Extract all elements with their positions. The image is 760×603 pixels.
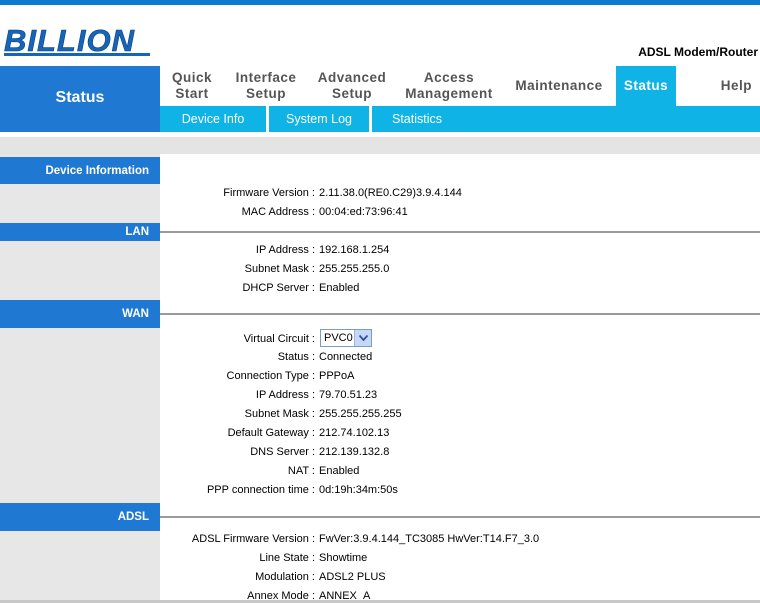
label-dns-server: DNS Server :: [250, 446, 315, 458]
left-column: [0, 154, 160, 603]
row-ppp-connection-time: PPP connection time : 0d:19h:34m:50s: [160, 481, 760, 500]
nav-advanced-setup-label: Advanced Setup: [317, 70, 387, 101]
virtual-circuit-select[interactable]: PVC0: [320, 329, 372, 347]
label-adsl-firmware: ADSL Firmware Version :: [191, 533, 315, 545]
label-connection-type: Connection Type :: [226, 370, 315, 382]
label-dhcp-server: DHCP Server :: [242, 282, 315, 294]
section-adsl: ADSL: [0, 503, 160, 531]
nav-status-label: Status: [623, 78, 669, 93]
row-nat: NAT : Enabled: [160, 462, 760, 481]
label-annex-mode: Annex Mode :: [247, 590, 315, 600]
nav-maintenance-label: Maintenance: [515, 78, 603, 93]
row-lan-subnet: Subnet Mask : 255.255.255.0: [160, 260, 760, 279]
label-firmware-version: Firmware Version :: [223, 187, 315, 199]
value-firmware-version: 2.11.38.0(RE0.C29)3.9.4.144: [319, 187, 462, 199]
nav-help-label: Help: [720, 78, 752, 93]
row-adsl-firmware: ADSL Firmware Version : FwVer:3.9.4.144_…: [160, 530, 760, 549]
row-virtual-circuit: Virtual Circuit : PVC0: [160, 329, 760, 349]
main-navigation: Quick Start Interface Setup Advanced Set…: [160, 66, 760, 106]
section-lan: LAN: [0, 223, 160, 241]
nav-interface-setup[interactable]: Interface Setup: [224, 70, 308, 102]
section-divider: [160, 516, 760, 518]
row-wan-status: Status : Connected: [160, 348, 760, 367]
row-wan-subnet: Subnet Mask : 255.255.255.255: [160, 405, 760, 424]
row-line-state: Line State : Showtime: [160, 549, 760, 568]
value-nat: Enabled: [319, 465, 360, 477]
value-mac-address: 00:04:ed:73:96:41: [319, 206, 408, 218]
row-connection-type: Connection Type : PPPoA: [160, 367, 760, 386]
row-dns-server: DNS Server : 212.139.132.8: [160, 443, 760, 462]
row-mac-address: MAC Address : 00:04:ed:73:96:41: [160, 203, 760, 222]
chevron-down-icon[interactable]: [354, 330, 371, 346]
label-ppp-connection-time: PPP connection time :: [206, 484, 315, 496]
nav-interface-setup-label: Interface Setup: [235, 70, 297, 101]
value-connection-type: PPPoA: [319, 370, 355, 382]
row-wan-ip: IP Address : 79.70.51.23: [160, 386, 760, 405]
sub-navigation: Device Info System Log Statistics: [160, 106, 760, 132]
section-divider: [160, 231, 760, 233]
label-lan-subnet: Subnet Mask :: [244, 263, 315, 275]
value-annex-mode: ANNEX_A: [319, 590, 371, 600]
row-modulation: Modulation : ADSL2 PLUS: [160, 568, 760, 587]
subnav-system-log[interactable]: System Log: [269, 106, 369, 132]
nav-advanced-setup[interactable]: Advanced Setup: [308, 70, 396, 102]
row-firmware-version: Firmware Version : 2.11.38.0(RE0.C29)3.9…: [160, 184, 760, 203]
label-mac-address: MAC Address :: [241, 206, 315, 218]
subnav-statistics[interactable]: Statistics: [372, 106, 462, 132]
nav-help[interactable]: Help: [676, 78, 760, 94]
nav-quick-start[interactable]: Quick Start: [160, 70, 224, 102]
top-accent-bar: [0, 0, 760, 5]
row-default-gateway: Default Gateway : 212.74.102.13: [160, 424, 760, 443]
product-tagline: ADSL Modem/Router: [638, 45, 758, 59]
section-wan: WAN: [0, 300, 160, 328]
value-ppp-connection-time: 0d:19h:34m:50s: [319, 484, 398, 496]
row-dhcp-server: DHCP Server : Enabled: [160, 279, 760, 298]
nav-access-management[interactable]: Access Management: [396, 70, 502, 102]
header-divider: [0, 137, 760, 154]
label-lan-ip: IP Address :: [255, 244, 315, 256]
nav-maintenance[interactable]: Maintenance: [502, 78, 616, 94]
label-default-gateway: Default Gateway :: [227, 427, 315, 439]
subnav-device-info[interactable]: Device Info: [160, 106, 266, 132]
virtual-circuit-value: PVC0: [324, 332, 353, 344]
label-line-state: Line State :: [259, 552, 315, 564]
label-wan-ip: IP Address :: [255, 389, 315, 401]
value-lan-subnet: 255.255.255.0: [319, 263, 390, 275]
label-modulation: Modulation :: [255, 571, 315, 583]
value-wan-ip: 79.70.51.23: [319, 389, 378, 401]
value-adsl-firmware: FwVer:3.9.4.144_TC3085 HwVer:T14.F7_3.0: [319, 533, 540, 545]
value-wan-subnet: 255.255.255.255: [319, 408, 402, 420]
section-divider: [160, 313, 760, 315]
current-section-title: Status: [0, 66, 160, 132]
label-virtual-circuit: Virtual Circuit :: [243, 333, 315, 345]
value-line-state: Showtime: [319, 552, 368, 564]
label-nat: NAT :: [287, 465, 315, 477]
label-wan-status: Status :: [277, 351, 315, 363]
billion-logo: BILLION: [4, 23, 150, 56]
nav-status[interactable]: Status: [616, 66, 676, 106]
row-lan-ip: IP Address : 192.168.1.254: [160, 241, 760, 260]
nav-quick-start-label: Quick Start: [171, 70, 212, 101]
value-modulation: ADSL2 PLUS: [319, 571, 386, 583]
value-wan-status: Connected: [319, 351, 373, 363]
value-default-gateway: 212.74.102.13: [319, 427, 390, 439]
value-lan-ip: 192.168.1.254: [319, 244, 390, 256]
value-dns-server: 212.139.132.8: [319, 446, 390, 458]
value-dhcp-server: Enabled: [319, 282, 360, 294]
label-wan-subnet: Subnet Mask :: [244, 408, 315, 420]
nav-access-management-label: Access Management: [405, 70, 493, 101]
row-annex-mode: Annex Mode : ANNEX_A: [160, 587, 760, 600]
section-device-information: Device Information: [0, 157, 160, 184]
svg-text:BILLION: BILLION: [4, 23, 135, 56]
